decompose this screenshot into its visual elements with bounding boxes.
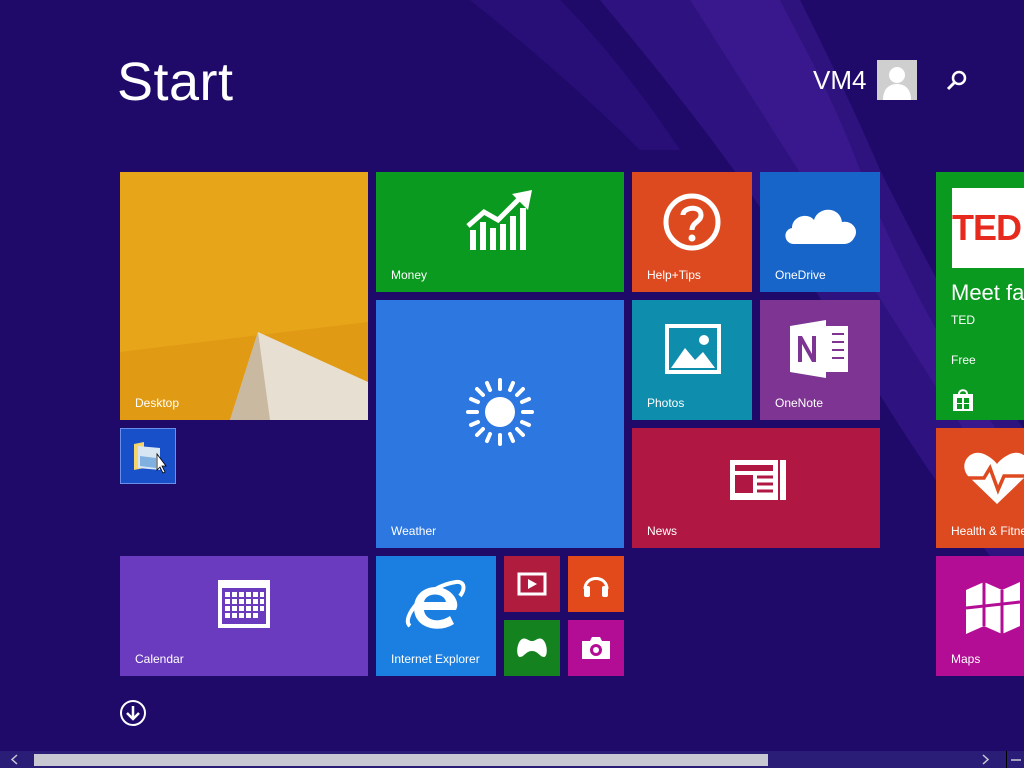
video-icon — [517, 572, 547, 596]
xbox-controller-icon — [517, 638, 547, 657]
tile-label-calendar: Calendar — [135, 652, 184, 666]
store-icon — [953, 389, 973, 411]
cloud-icon — [785, 209, 857, 244]
tile-label-onenote: OneNote — [775, 396, 824, 410]
start-screen: Start VM4 Desktop Money Help+Tips OneDri… — [0, 0, 1024, 768]
camera-icon — [582, 637, 610, 659]
tile-label-help-tips: Help+Tips — [647, 268, 701, 282]
desktop-wallpaper-graphic — [120, 172, 368, 420]
question-mark-icon — [663, 193, 721, 251]
tile-desktop[interactable]: Desktop — [120, 172, 368, 420]
tile-calendar[interactable]: Calendar — [120, 556, 368, 676]
chevron-right-icon — [982, 754, 990, 765]
zoom-out-button[interactable] — [1006, 751, 1024, 768]
scroll-right-button[interactable] — [972, 751, 1000, 768]
newspaper-icon — [730, 460, 786, 500]
ted-logo: TED — [952, 188, 1024, 268]
chevron-left-icon — [10, 754, 18, 765]
tile-maps[interactable]: Maps — [936, 556, 1024, 676]
onenote-icon — [790, 320, 848, 378]
minus-icon — [1011, 759, 1021, 761]
tile-photos[interactable]: Photos — [632, 300, 752, 420]
ted-heading: Meet fas — [951, 280, 1024, 305]
tile-internet-explorer[interactable]: Internet Explorer — [376, 556, 496, 676]
tile-label-health-fitness: Health & Fitne — [951, 524, 1024, 538]
tile-label-money: Money — [391, 268, 428, 282]
tile-games[interactable] — [504, 620, 560, 676]
tile-onedrive[interactable]: OneDrive — [760, 172, 880, 292]
tile-health-fitness[interactable]: Health & Fitne — [936, 428, 1024, 548]
headphones-icon — [583, 577, 609, 597]
heart-pulse-icon — [964, 452, 1024, 504]
tile-label-photos: Photos — [647, 396, 685, 410]
tile-ted[interactable]: TED Meet fas TED Free — [936, 172, 1024, 420]
tile-music[interactable] — [568, 556, 624, 612]
tile-label-desktop: Desktop — [135, 396, 180, 410]
tile-onenote[interactable]: OneNote — [760, 300, 880, 420]
folder-icon — [134, 442, 167, 474]
user-avatar-icon[interactable] — [877, 60, 917, 100]
tile-camera[interactable] — [568, 620, 624, 676]
all-apps-button[interactable] — [120, 700, 146, 726]
picture-icon — [665, 324, 721, 374]
tile-help-tips[interactable]: Help+Tips — [632, 172, 752, 292]
tile-money[interactable]: Money — [376, 172, 624, 292]
arrow-down-icon — [126, 706, 140, 721]
ted-publisher: TED — [951, 313, 975, 327]
tile-weather[interactable]: Weather — [376, 300, 624, 548]
tile-label-internet-explorer: Internet Explorer — [391, 652, 480, 666]
tile-news[interactable]: News — [632, 428, 880, 548]
calendar-icon — [218, 580, 270, 628]
internet-explorer-icon — [406, 579, 466, 629]
user-name[interactable]: VM4 — [813, 64, 866, 96]
scrollbar-thumb[interactable] — [34, 754, 768, 766]
ted-price: Free — [951, 353, 976, 367]
tile-label-weather: Weather — [391, 524, 437, 538]
search-icon[interactable] — [944, 68, 970, 94]
sun-icon — [466, 378, 534, 446]
tile-label-maps: Maps — [951, 652, 981, 666]
tile-label-news: News — [647, 524, 678, 538]
tile-video[interactable] — [504, 556, 560, 612]
page-title: Start — [117, 52, 234, 112]
tile-file-explorer[interactable] — [120, 428, 176, 484]
chart-up-icon — [466, 190, 532, 250]
horizontal-scrollbar[interactable] — [0, 751, 1024, 768]
scroll-left-button[interactable] — [0, 751, 28, 768]
tile-label-onedrive: OneDrive — [775, 268, 826, 282]
map-icon — [965, 582, 1021, 634]
